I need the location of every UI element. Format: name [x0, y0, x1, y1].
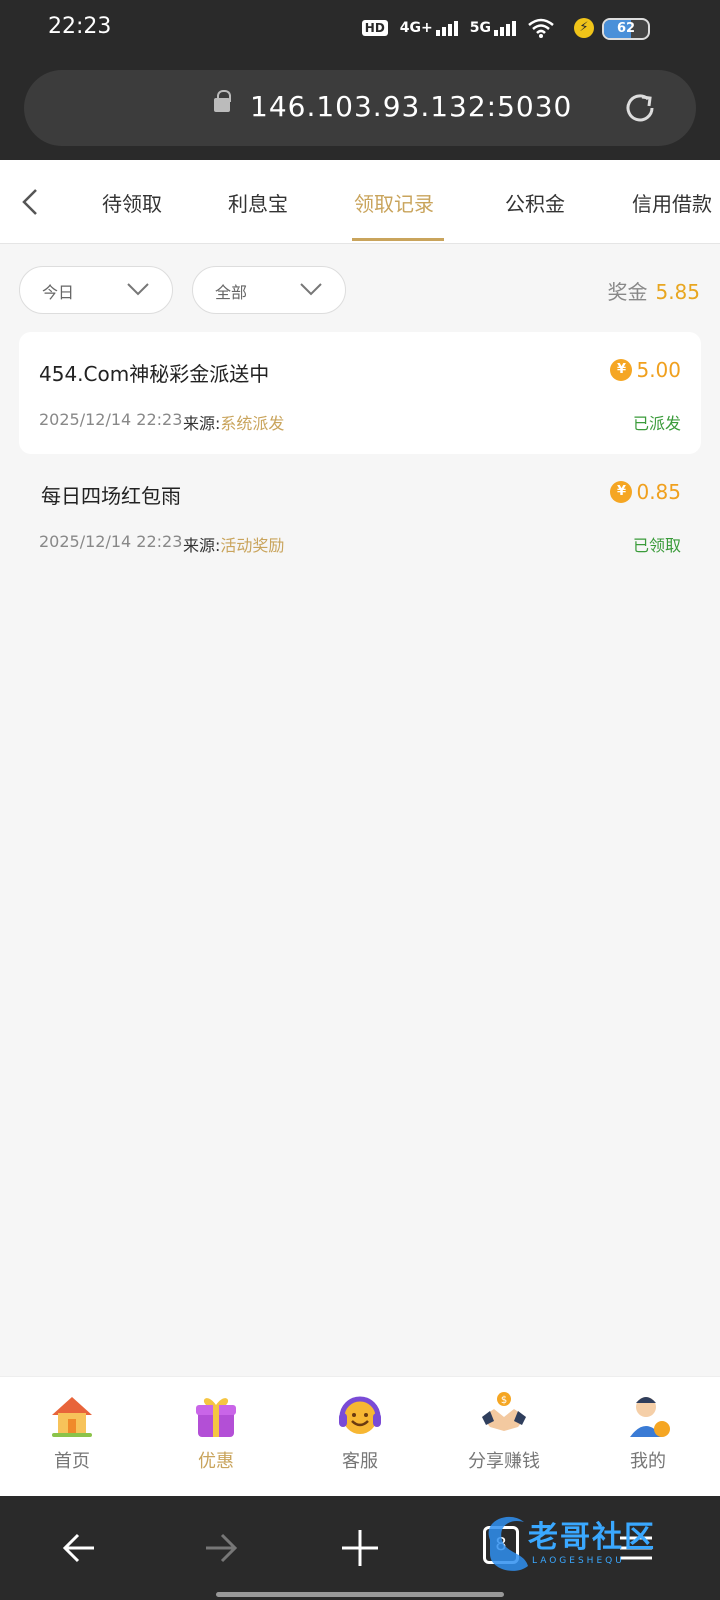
record-date: 2025/12/14 22:23 — [39, 410, 183, 429]
record-status: 已领取 — [632, 536, 681, 555]
watermark-logo: 老哥社区 LAOGESHEQU — [480, 1506, 710, 1586]
charging-icon: ⚡ — [574, 18, 594, 38]
status-time: 22:23 — [48, 14, 112, 39]
watermark-text: 老哥社区 — [528, 1520, 656, 1555]
tabs-header: 待领取 利息宝 领取记录 公积金 信用借款 — [0, 160, 720, 244]
nav-item-profile[interactable]: 我的 — [588, 1391, 708, 1487]
nav-item-promotions[interactable]: 优惠 — [156, 1391, 276, 1487]
signal-bars-icon — [494, 21, 516, 36]
record-status: 已派发 — [632, 414, 681, 433]
tab-pending[interactable]: 待领取 — [102, 188, 162, 217]
nav-item-share-earn[interactable]: $ 分享赚钱 — [444, 1391, 564, 1487]
headset-icon — [339, 1396, 381, 1434]
record-source-value: 系统派发 — [220, 414, 285, 433]
record-amount-value: 5.00 — [636, 358, 681, 382]
bottom-nav: 首页 优惠 客服 $ 分享赚钱 我的 — [0, 1376, 720, 1496]
nav-label: 优惠 — [198, 1451, 234, 1472]
record-source-value: 活动奖励 — [220, 536, 285, 555]
yuan-coin-icon: ¥ — [610, 481, 633, 503]
chevron-down-icon — [300, 283, 322, 296]
record-source: 来源:活动奖励 — [183, 532, 284, 556]
back-icon[interactable] — [18, 184, 42, 220]
address-bar[interactable]: 146.103.93.132:5030 — [24, 70, 696, 146]
record-date: 2025/12/14 22:23 — [39, 532, 183, 551]
record-title: 每日四场红包雨 — [41, 484, 181, 508]
home-indicator[interactable] — [216, 1592, 504, 1597]
bonus-value: 5.85 — [655, 280, 700, 304]
watermark-subtext: LAOGESHEQU — [532, 1556, 625, 1566]
record-source-label: 来源: — [183, 414, 221, 433]
battery-icon: 62 — [602, 18, 650, 40]
nav-label: 分享赚钱 — [468, 1451, 540, 1472]
status-bar: 22:23 HD 4G+ 5G ⚡ 62 — [0, 0, 720, 56]
url-text[interactable]: 146.103.93.132:5030 — [250, 90, 572, 123]
tab-claim-records[interactable]: 领取记录 — [354, 188, 434, 217]
network-label-5g: 5G — [469, 20, 491, 36]
svg-text:$: $ — [501, 1395, 507, 1406]
record-amount: ¥ 0.85 — [610, 480, 681, 504]
record-source: 来源:系统派发 — [183, 410, 284, 434]
battery-level: 62 — [616, 21, 636, 36]
record-card: 每日四场红包雨 ¥ 0.85 2025/12/14 22:23 来源:活动奖励 … — [19, 454, 701, 576]
record-amount-value: 0.85 — [636, 480, 681, 504]
type-filter-label: 全部 — [215, 283, 248, 302]
user-icon — [630, 1397, 670, 1437]
nav-label: 我的 — [630, 1451, 666, 1472]
browser-forward-icon[interactable] — [198, 1526, 242, 1570]
date-filter-label: 今日 — [42, 283, 75, 302]
handshake-icon: $ — [482, 1392, 526, 1431]
nav-label: 首页 — [54, 1451, 90, 1472]
nav-item-home[interactable]: 首页 — [12, 1391, 132, 1487]
tab-credit-loan[interactable]: 信用借款 — [632, 188, 712, 217]
type-filter-select[interactable]: 全部 — [192, 266, 346, 314]
bonus-label: 奖金 — [607, 280, 648, 304]
record-card: 454.Com神秘彩金派送中 ¥ 5.00 2025/12/14 22:23 来… — [19, 332, 701, 454]
browser-toolbar: 146.103.93.132:5030 — [0, 56, 720, 160]
yuan-coin-icon: ¥ — [610, 359, 633, 381]
gift-icon — [196, 1398, 236, 1437]
nav-item-support[interactable]: 客服 — [300, 1391, 420, 1487]
bonus-total: 奖金 5.85 — [607, 276, 700, 305]
signal-bars-icon — [435, 21, 458, 36]
active-tab-indicator — [352, 238, 444, 241]
record-amount: ¥ 5.00 — [610, 358, 681, 382]
status-icons: HD 4G+ 5G — [361, 16, 554, 40]
network-label-4g: 4G+ — [399, 20, 433, 36]
record-source-label: 来源: — [183, 536, 221, 555]
tab-interest[interactable]: 利息宝 — [228, 188, 288, 217]
tab-provident-fund[interactable]: 公积金 — [505, 188, 565, 217]
signal-5g: 5G — [470, 20, 516, 36]
nav-label: 客服 — [342, 1451, 378, 1472]
date-filter-select[interactable]: 今日 — [19, 266, 173, 314]
record-title: 454.Com神秘彩金派送中 — [39, 362, 270, 386]
browser-back-icon[interactable] — [58, 1526, 102, 1570]
home-icon — [52, 1397, 92, 1437]
lock-icon[interactable] — [214, 90, 231, 112]
new-tab-icon[interactable] — [338, 1526, 382, 1570]
hd-badge: HD — [361, 20, 388, 36]
signal-4g: 4G+ — [400, 20, 458, 36]
reload-icon[interactable] — [622, 90, 658, 126]
wifi-icon — [528, 18, 554, 38]
chevron-down-icon — [127, 283, 149, 296]
